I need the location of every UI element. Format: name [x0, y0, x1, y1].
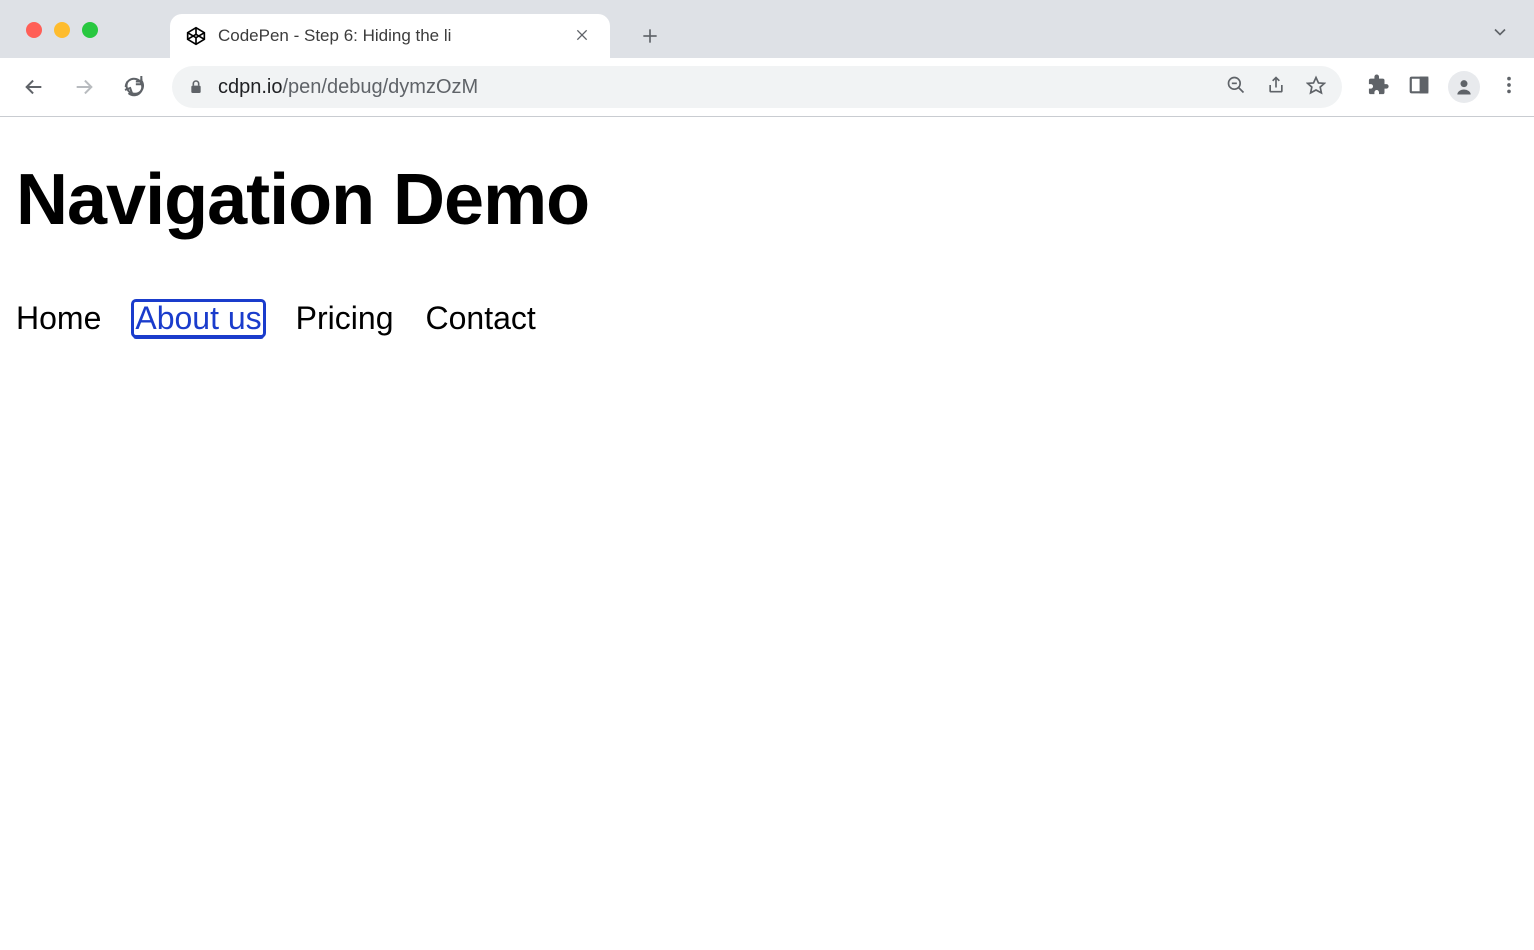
forward-button[interactable] — [64, 67, 104, 107]
profile-avatar[interactable] — [1448, 71, 1480, 103]
nav-link-home[interactable]: Home — [16, 301, 101, 336]
window-fullscreen-button[interactable] — [82, 22, 98, 38]
share-icon[interactable] — [1266, 75, 1286, 100]
omnibox-actions — [1226, 75, 1326, 100]
nav-link-about[interactable]: About us — [133, 301, 263, 336]
tab-strip: CodePen - Step 6: Hiding the li — [0, 0, 1534, 58]
tab-search-button[interactable] — [1490, 22, 1510, 47]
nav-link-contact[interactable]: Contact — [425, 301, 535, 336]
tab-title: CodePen - Step 6: Hiding the li — [218, 26, 451, 46]
address-bar[interactable]: cdpn.io/pen/debug/dymzOzM — [172, 66, 1342, 108]
browser-tab[interactable]: CodePen - Step 6: Hiding the li — [170, 14, 610, 58]
lock-icon — [188, 79, 204, 95]
window-close-button[interactable] — [26, 22, 42, 38]
side-panel-icon[interactable] — [1408, 74, 1430, 101]
page-heading: Navigation Demo — [16, 159, 1518, 241]
browser-toolbar: cdpn.io/pen/debug/dymzOzM — [0, 58, 1534, 116]
extensions-icon[interactable] — [1368, 74, 1390, 101]
bookmark-star-icon[interactable] — [1306, 75, 1326, 100]
main-nav: Home About us Pricing Contact — [16, 301, 1518, 336]
new-tab-button[interactable] — [628, 14, 672, 58]
toolbar-right-icons — [1360, 71, 1520, 103]
browser-chrome: CodePen - Step 6: Hiding the li — [0, 0, 1534, 117]
reload-button[interactable] — [114, 67, 154, 107]
url-path: /pen/debug/dymzOzM — [283, 76, 479, 98]
url-host: cdpn.io — [218, 76, 283, 98]
back-button[interactable] — [14, 67, 54, 107]
tab-close-button[interactable] — [570, 23, 594, 50]
nav-link-pricing[interactable]: Pricing — [296, 301, 394, 336]
kebab-menu-icon[interactable] — [1498, 74, 1520, 101]
zoom-icon[interactable] — [1226, 75, 1246, 100]
url-text: cdpn.io/pen/debug/dymzOzM — [218, 76, 1212, 99]
page-content: Navigation Demo Home About us Pricing Co… — [0, 117, 1534, 378]
window-controls — [26, 22, 98, 38]
window-minimize-button[interactable] — [54, 22, 70, 38]
codepen-icon — [186, 26, 206, 46]
